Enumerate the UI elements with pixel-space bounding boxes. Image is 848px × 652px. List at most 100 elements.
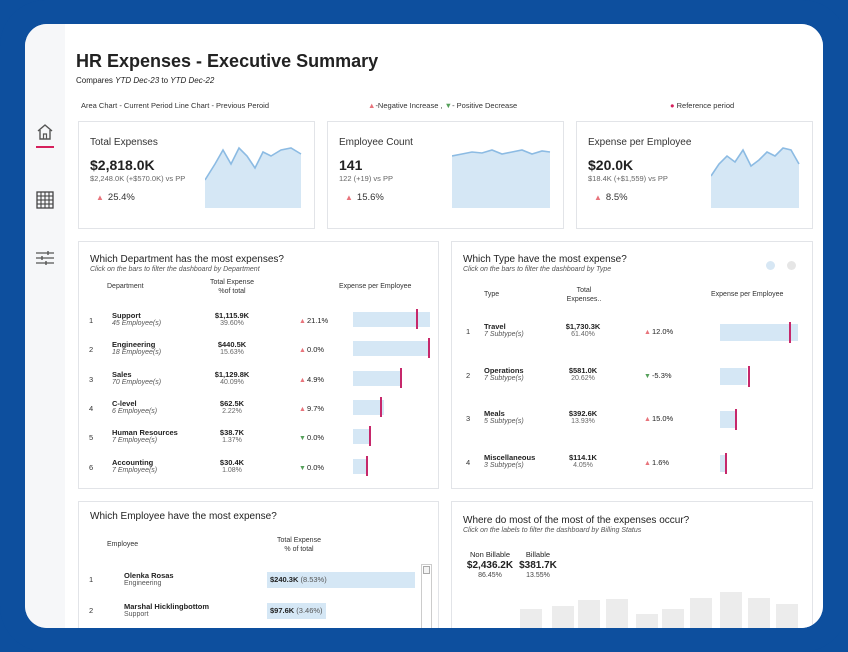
expense-per-employee-bar[interactable] <box>353 370 401 386</box>
employee-expense-value: $97.6K <box>270 606 295 615</box>
expense-per-employee-bar[interactable] <box>720 324 798 341</box>
expense-per-employee-bar[interactable] <box>353 312 430 327</box>
billable-percent: 13.55% <box>526 572 550 579</box>
chart-type-legend: Area Chart - Current Period Line Chart -… <box>81 101 269 110</box>
change-value: ▲4.9% <box>299 375 324 384</box>
change-text: 0.0% <box>306 462 325 472</box>
reference-marker <box>399 367 402 388</box>
expense-per-employee-bar[interactable] <box>353 341 430 357</box>
billing-bar[interactable] <box>578 600 600 628</box>
billing-bar[interactable] <box>748 598 770 628</box>
department-percent: 40.09% <box>220 378 244 386</box>
grid-icon[interactable] <box>35 190 55 210</box>
billing-bar[interactable] <box>776 604 798 628</box>
billable-label[interactable]: Billable <box>508 550 568 559</box>
billing-bar[interactable] <box>662 609 684 628</box>
kpi-value: 141 <box>339 157 363 173</box>
change-text: 1.6% <box>651 457 670 467</box>
home-icon[interactable] <box>35 122 55 142</box>
department-card-hint: Click on the bars to filter the dashboar… <box>90 266 260 273</box>
department-total-expense: $1,115.9K <box>214 311 250 320</box>
employee-expense-bar[interactable]: $240.3K (8.53%) <box>267 572 415 588</box>
employee-name[interactable]: Marshal Hicklingbottom <box>124 602 209 611</box>
department-total-expense: $62.5K <box>219 398 245 408</box>
change-text: -5.3% <box>651 370 672 380</box>
kpi-value: $2,818.0K <box>90 157 155 173</box>
kpi-change-value: 15.6% <box>356 192 384 203</box>
sparkline-expense-per-employee <box>711 147 800 208</box>
department-name[interactable]: Sales <box>112 370 132 379</box>
row-rank: 3 <box>89 374 94 384</box>
reference-marker <box>380 396 383 417</box>
increase-triangle-icon: ▲ <box>299 376 306 384</box>
reference-marker <box>428 338 431 359</box>
type-percent: 61.40% <box>571 331 595 338</box>
decrease-triangle-icon: ▼ <box>644 372 651 380</box>
employee-name[interactable]: Olenka Rosas <box>124 571 174 580</box>
row-rank: 2 <box>466 370 471 380</box>
billing-bar[interactable] <box>636 614 658 628</box>
expense-per-employee-bar[interactable] <box>720 367 748 385</box>
type-percent: 4.05% <box>573 461 593 469</box>
decrease-triangle-icon: ▼ <box>299 464 306 472</box>
department-total-expense: $1,129.8K <box>214 369 250 379</box>
kpi-card-employee-count[interactable]: Employee Count 141 122 (+19) vs PP ▲ 15.6… <box>327 121 564 229</box>
department-name[interactable]: Support <box>112 311 141 320</box>
department-percent: 2.22% <box>222 407 242 415</box>
department-employee-count: 45 Employee(s) <box>112 320 162 327</box>
filter-sliders-icon[interactable] <box>35 248 55 268</box>
increase-triangle-icon: ▲ <box>345 193 353 202</box>
type-subtype-count: 5 Subtype(s) <box>484 418 524 425</box>
billing-bar[interactable] <box>520 609 542 628</box>
department-name[interactable]: Accounting <box>112 458 153 467</box>
expense-per-employee-bar[interactable] <box>353 399 384 415</box>
sparkline-total-expenses <box>205 146 302 208</box>
type-subtype-count: 7 Subtype(s) <box>484 374 524 382</box>
type-name[interactable]: Meals <box>484 409 505 418</box>
kpi-change-value: 8.5% <box>605 192 628 203</box>
change-value: ▼0.0% <box>299 463 324 472</box>
kpi-card-expense-per-employee[interactable]: Expense per Employee $20.0K $18.4K (+$1,… <box>576 121 813 229</box>
type-total-expense: $581.0K <box>568 365 598 375</box>
reference-marker <box>365 455 368 476</box>
type-name[interactable]: Operations <box>484 366 524 375</box>
change-value: ▲12.0% <box>644 327 673 336</box>
department-total-expense: $38.7K <box>219 428 245 438</box>
reference-marker <box>368 426 371 447</box>
department-employee-count: 70 Employee(s) <box>112 378 162 386</box>
reference-marker <box>734 409 737 430</box>
billing-bar[interactable] <box>552 606 574 628</box>
billable-value[interactable]: $381.7K <box>508 560 568 571</box>
billing-bar[interactable] <box>606 599 628 628</box>
col-header-expense-per-employee: Expense per Employee <box>339 283 412 290</box>
row-rank: 1 <box>89 575 94 584</box>
scroll-thumb[interactable] <box>423 566 430 574</box>
page-dot-2[interactable] <box>787 261 796 270</box>
type-total-expense: $114.1K <box>569 452 597 462</box>
employee-expense-percent: (8.53%) <box>300 575 327 584</box>
type-name[interactable]: Travel <box>484 322 506 331</box>
employee-expense-bar[interactable]: $97.6K (3.46%) <box>267 603 327 619</box>
department-name[interactable]: C-level <box>112 399 137 408</box>
employee-scrollbar[interactable] <box>421 564 432 628</box>
kpi-card-total-expenses[interactable]: Total Expenses $2,818.0K $2,248.0K (+$57… <box>78 121 315 229</box>
page-dot-1[interactable] <box>766 261 775 270</box>
page-subtitle: Compares YTD Dec-23 to YTD Dec-22 <box>76 76 214 85</box>
reference-marker <box>747 365 750 387</box>
type-percent: 20.62% <box>571 374 595 382</box>
billing-bar[interactable] <box>690 598 712 628</box>
change-value: ▼-5.3% <box>644 371 672 380</box>
increase-triangle-icon: ▲ <box>299 318 306 325</box>
department-employee-count: 7 Employee(s) <box>112 437 158 445</box>
billing-bar[interactable] <box>720 592 742 628</box>
department-name[interactable]: Engineering <box>112 340 155 349</box>
kpi-change: ▲ 8.5% <box>594 192 628 203</box>
kpi-label: Employee Count <box>339 137 413 148</box>
department-total-expense: $30.4K <box>219 457 245 467</box>
active-nav-indicator <box>36 146 54 148</box>
type-name[interactable]: Miscellaneous <box>484 453 535 462</box>
department-name[interactable]: Human Resources <box>112 428 178 437</box>
change-text: 0.0% <box>306 433 325 443</box>
type-subtype-count: 7 Subtype(s) <box>484 331 524 338</box>
increase-triangle-icon: ▲ <box>644 329 651 336</box>
